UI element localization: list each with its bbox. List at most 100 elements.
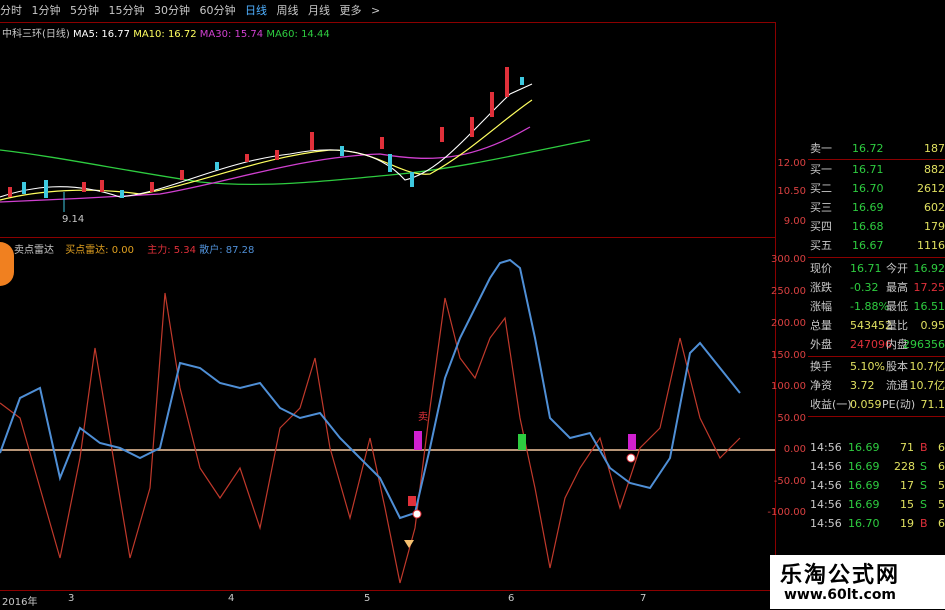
order-row: 买一 16.71 882 [808, 161, 945, 179]
signal-tag [408, 496, 416, 506]
time-axis-label: 2016年 [2, 593, 37, 608]
signal-arrow [404, 540, 414, 548]
ma5-line [0, 84, 532, 197]
stat-label: 涨幅 [810, 298, 832, 316]
order-row: 买三 16.69 602 [808, 199, 945, 217]
watermark-title: 乐淘公式网 [780, 557, 900, 589]
tick-row: 14:56 16.69 15 S 5 [808, 496, 945, 514]
order-vol: 1116 [917, 237, 945, 255]
order-row: 卖一 16.72 187 [808, 140, 945, 158]
ind-axis-label: 0.00 [784, 444, 806, 455]
sell-signal-bar [414, 431, 422, 450]
stat-label: 外盘 [810, 336, 832, 354]
tab-daily[interactable]: 日线 [245, 0, 267, 22]
indicator-svg: 卖 5 [0, 238, 775, 590]
stat-value: 3.72 [850, 377, 875, 395]
tick-count: 6 [938, 515, 945, 533]
candle [275, 150, 279, 160]
buy-signal-bar [518, 434, 526, 450]
stock-title: 中科三环(日线) [2, 29, 70, 40]
tab-monthly[interactable]: 月线 [308, 0, 330, 22]
watermark-url: www.60lt.com [784, 587, 896, 603]
stat-value: 17.25 [914, 279, 945, 297]
stat-row: 涨幅 -1.88% 最低 16.51 [808, 298, 945, 316]
kline-panel[interactable]: 中科三环(日线) MA5: 16.77 MA10: 16.72 MA30: 15… [0, 22, 775, 237]
kline-svg: 9.14 [0, 22, 775, 237]
time-axis-label: 3 [68, 593, 74, 604]
order-price: 16.71 [852, 161, 884, 179]
candle [310, 132, 314, 150]
indicator-panel[interactable]: 卖点雷达 买点雷达: 0.00 主力: 5.34 散户: 87.28 卖 5 [0, 238, 775, 590]
order-price: 16.72 [852, 140, 884, 158]
candle [150, 182, 154, 192]
stat-row: 涨跌 -0.32 最高 17.25 [808, 279, 945, 297]
tab-weekly[interactable]: 周线 [277, 0, 299, 22]
stat-label: 净资 [810, 377, 832, 395]
tick-price: 16.69 [848, 439, 880, 457]
candle [22, 182, 26, 194]
candle [82, 182, 86, 192]
order-price: 16.67 [852, 237, 884, 255]
tick-row: 14:56 16.69 17 S 5 [808, 477, 945, 495]
tick-vol: 228 [894, 458, 915, 476]
candle [410, 172, 414, 187]
stat-label: 流通 [886, 377, 908, 395]
tick-vol: 71 [900, 439, 914, 457]
time-axis: 2016年 3 4 5 6 7 [0, 590, 775, 610]
time-axis-label: 5 [364, 593, 370, 604]
divider [808, 416, 945, 417]
candle [505, 67, 509, 97]
stat-label: PE(动) [882, 396, 915, 414]
tab-fenshi[interactable]: 分时 [0, 0, 22, 22]
ind-axis-label: 200.00 [771, 318, 806, 329]
stat-value: 16.92 [914, 260, 945, 278]
candle [380, 137, 384, 149]
ma30-value: MA30: 15.74 [200, 29, 263, 40]
tick-vol: 17 [900, 477, 914, 495]
order-label: 买一 [810, 161, 832, 179]
tick-time: 14:56 [810, 458, 842, 476]
top-marker: 5 [502, 238, 508, 239]
tick-price: 16.69 [848, 458, 880, 476]
tick-row: 14:56 16.69 228 S 6 [808, 458, 945, 476]
stat-value: 16.51 [914, 298, 945, 316]
more-arrow-icon[interactable]: > [371, 0, 380, 22]
ind-axis-label: -50.00 [774, 476, 806, 487]
tick-time: 14:56 [810, 439, 842, 457]
tab-more[interactable]: 更多 [340, 0, 362, 22]
tab-5min[interactable]: 5分钟 [70, 0, 99, 22]
tick-side: B [920, 515, 928, 533]
main-force-label: 主力: 5.34 [147, 245, 196, 256]
tick-side: S [920, 477, 927, 495]
order-price: 16.68 [852, 218, 884, 236]
time-axis-label: 6 [508, 593, 514, 604]
tick-row: 14:56 16.70 19 B 6 [808, 515, 945, 533]
divider [808, 159, 945, 160]
candle [470, 117, 474, 137]
order-vol: 187 [924, 140, 945, 158]
stat-label: 最低 [886, 298, 908, 316]
ma10-value: MA10: 16.72 [133, 29, 196, 40]
order-row: 买二 16.70 2612 [808, 180, 945, 198]
tab-30min[interactable]: 30分钟 [154, 0, 190, 22]
stat-value: 5.10% [850, 358, 885, 376]
order-row: 买四 16.68 179 [808, 218, 945, 236]
ma10-line [0, 100, 532, 200]
order-price: 16.70 [852, 180, 884, 198]
buy-radar-label: 买点雷达: 0.00 [65, 245, 134, 256]
time-axis-label: 4 [228, 593, 234, 604]
tab-60min[interactable]: 60分钟 [200, 0, 236, 22]
signal-circle [627, 454, 635, 462]
tab-15min[interactable]: 15分钟 [109, 0, 145, 22]
watermark: 乐淘公式网 www.60lt.com [770, 555, 945, 609]
stat-value: -0.32 [850, 279, 878, 297]
tab-1min[interactable]: 1分钟 [32, 0, 61, 22]
ind-axis-label: -100.00 [767, 507, 806, 518]
ma60-line [0, 140, 590, 184]
order-price: 16.69 [852, 199, 884, 217]
ind-axis-label: 250.00 [771, 286, 806, 297]
low-marker: 9.14 [62, 214, 84, 225]
price-axis-label: 12.00 [777, 158, 806, 169]
candle [520, 77, 524, 85]
tick-side: B [920, 439, 928, 457]
